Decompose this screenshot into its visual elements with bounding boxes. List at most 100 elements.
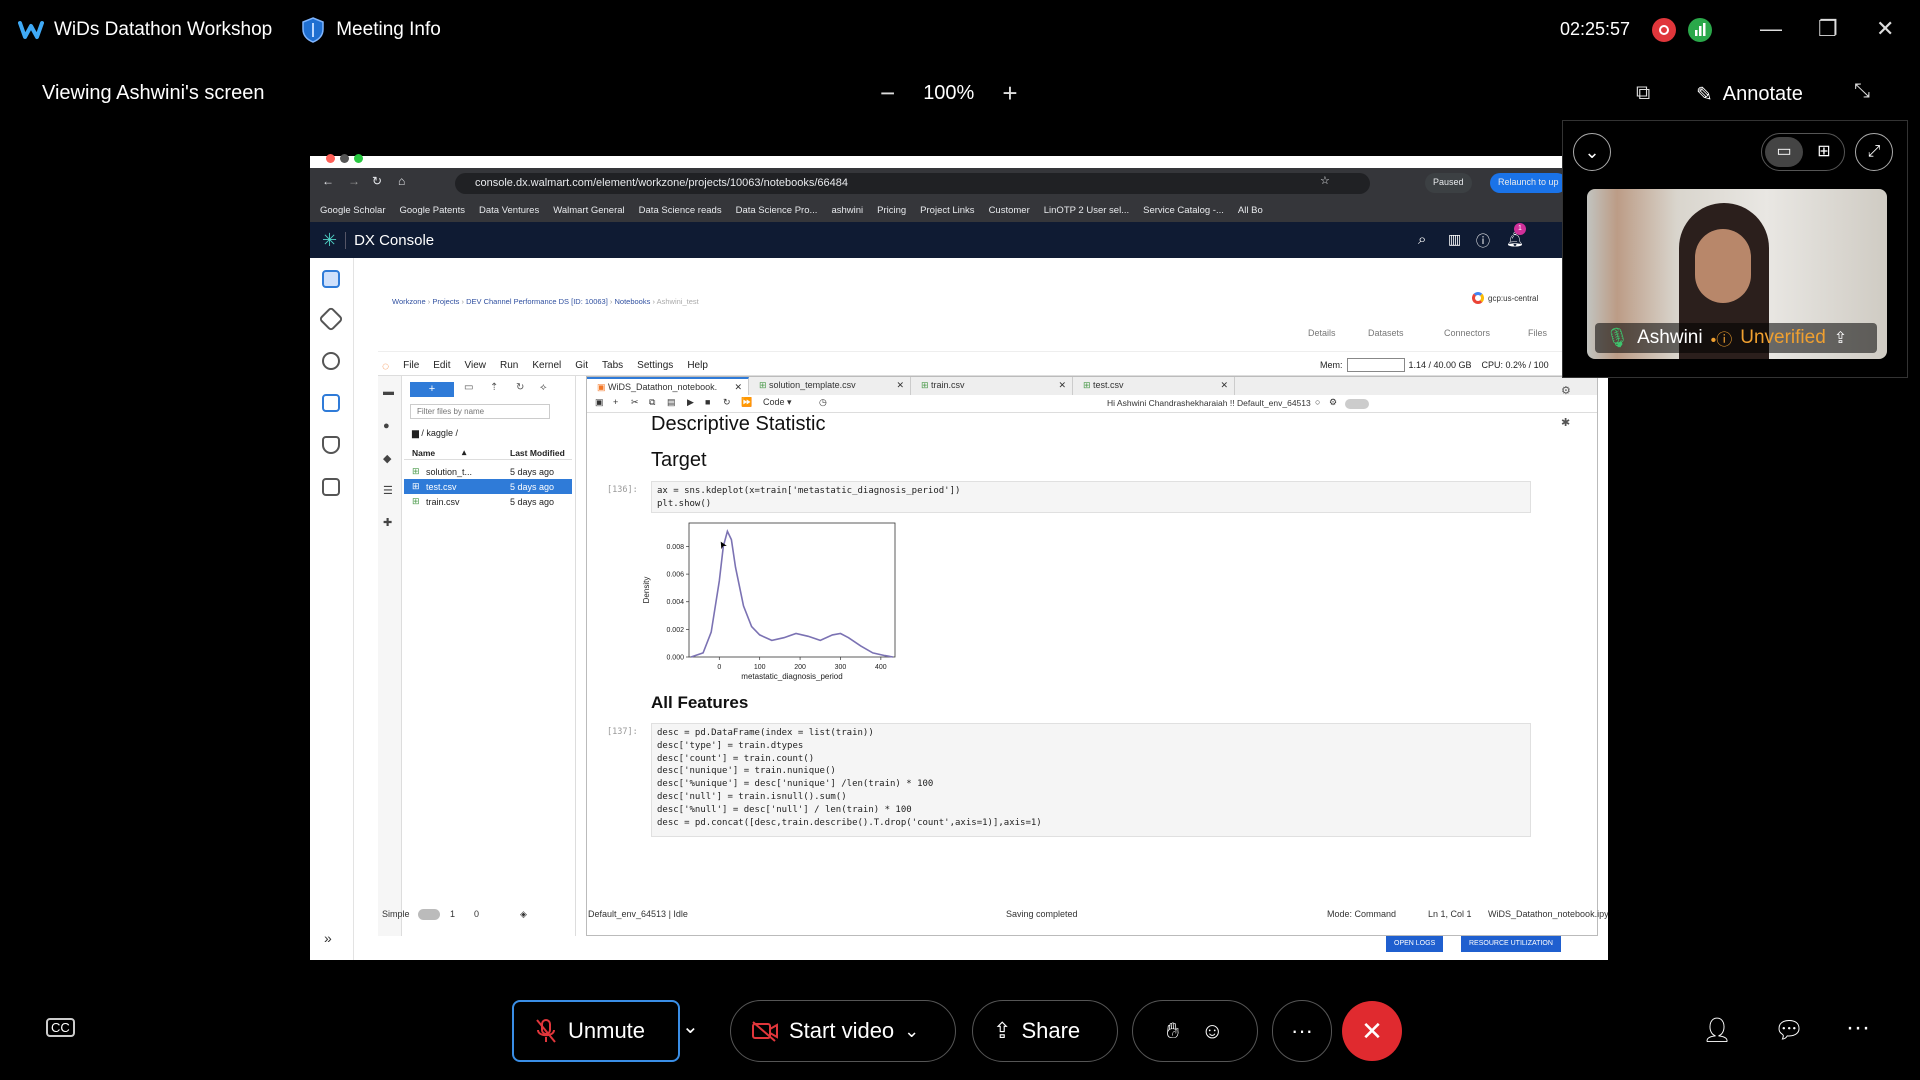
captions-icon[interactable]: CC	[46, 1018, 75, 1037]
back-icon[interactable]: ←	[322, 174, 334, 188]
profile-paused-badge[interactable]: Paused	[1425, 173, 1472, 193]
more-options-button[interactable]: ···	[1272, 1000, 1332, 1062]
bookmark-item[interactable]: LinOTP 2 User sel...	[1044, 205, 1129, 216]
annotate-button[interactable]: ✎ Annotate	[1696, 82, 1803, 107]
reload-icon[interactable]: ↻	[372, 174, 382, 188]
zoom-out-button[interactable]: −	[880, 78, 895, 109]
expand-rail-icon[interactable]: »	[324, 930, 332, 946]
kernel-name[interactable]: Default_env_64513	[1237, 398, 1311, 408]
zoom-in-button[interactable]: +	[1002, 78, 1017, 109]
reactions-icon[interactable]: ☺	[1201, 1018, 1223, 1044]
new-folder-icon[interactable]: ▭	[464, 382, 473, 393]
network-signal-icon[interactable]	[1688, 18, 1712, 42]
menu-item[interactable]: Settings	[637, 360, 673, 371]
breadcrumb-item[interactable]: Workzone	[392, 297, 426, 306]
panel-icon[interactable]: ▥	[1448, 231, 1461, 248]
clock-icon[interactable]: ◷	[819, 397, 827, 408]
folder-icon[interactable]: ▬	[383, 386, 394, 398]
file-row[interactable]: ⊞ train.csv 5 days ago	[404, 494, 572, 509]
minimize-icon[interactable]: —	[1760, 16, 1782, 42]
save-icon[interactable]: ▣	[595, 397, 604, 408]
menu-item[interactable]: Run	[500, 360, 518, 371]
git-status-icon[interactable]: ◈	[520, 909, 527, 920]
refresh-icon[interactable]: ↻	[516, 382, 524, 393]
home-rail-icon[interactable]	[322, 270, 340, 288]
file-row[interactable]: ⊞ test.csv 5 days ago	[404, 479, 572, 494]
raise-hand-icon[interactable]: ✋︎	[1166, 1018, 1179, 1044]
bookmark-item[interactable]: Pricing	[877, 205, 906, 216]
audio-options-chevron-icon[interactable]: ⌄	[682, 1014, 699, 1039]
monitor-icon[interactable]	[322, 478, 340, 496]
subtab-datasets[interactable]: Datasets	[1368, 328, 1404, 338]
info-icon[interactable]: ⓘ	[1476, 231, 1490, 251]
breadcrumb-item[interactable]: Ashwini_test	[657, 297, 699, 306]
menu-item[interactable]: Tabs	[602, 360, 623, 371]
file-row[interactable]: ⊞ solution_t... 5 days ago	[404, 464, 572, 479]
settings-icon[interactable]: ⚙	[1329, 397, 1337, 408]
run-all-icon[interactable]: ⏩	[741, 397, 752, 408]
cube-icon[interactable]	[318, 306, 344, 332]
terminal-icon[interactable]	[322, 394, 340, 412]
meeting-info-button[interactable]: Meeting Info	[302, 17, 441, 43]
bookmark-item[interactable]: Google Patents	[399, 205, 465, 216]
share-icon[interactable]: ⇪	[1834, 328, 1847, 348]
star-icon[interactable]: ☆	[1320, 174, 1330, 187]
search-icon[interactable]: ⌕	[1418, 231, 1426, 248]
breadcrumb-item[interactable]: Notebooks	[615, 297, 651, 306]
menu-item[interactable]: Kernel	[532, 360, 561, 371]
cursor-position[interactable]: Ln 1, Col 1	[1428, 909, 1472, 919]
property-inspector-icon[interactable]: ⚙	[1561, 384, 1571, 397]
run-icon[interactable]: ▶	[687, 397, 694, 408]
subtab-files[interactable]: Files	[1528, 328, 1547, 338]
notebook-tab[interactable]: ⊞ solution_template.csv ✕	[749, 377, 911, 395]
relaunch-button[interactable]: Relaunch to up	[1490, 173, 1567, 193]
copy-icon[interactable]: ⧉	[649, 397, 655, 408]
name-column-header[interactable]: Name	[412, 448, 435, 458]
bookmark-item[interactable]: Data Science Pro...	[736, 205, 818, 216]
fullscreen-icon[interactable]: ⤢	[1855, 133, 1893, 171]
file-filter-input[interactable]	[410, 404, 550, 419]
bookmark-item[interactable]: All Bo	[1238, 205, 1263, 216]
home-icon[interactable]: ⌂	[398, 174, 405, 188]
git-clone-icon[interactable]: ⟡	[540, 382, 547, 393]
cut-icon[interactable]: ✂	[631, 397, 639, 408]
current-path[interactable]: ▆ / kaggle /	[412, 428, 458, 439]
menu-item[interactable]: Git	[575, 360, 588, 371]
video-options-chevron-icon[interactable]: ⌄	[904, 1021, 919, 1042]
git-icon[interactable]: ◆	[383, 452, 391, 465]
chevron-down-icon[interactable]: ⌄	[1573, 133, 1611, 171]
upload-icon[interactable]: ⇡	[490, 382, 498, 393]
kernel-status[interactable]: Default_env_64513 | Idle	[588, 909, 688, 919]
close-tab-icon[interactable]: ✕	[896, 380, 904, 391]
recording-icon[interactable]	[1652, 18, 1676, 42]
open-logs-button[interactable]: OPEN LOGS	[1386, 936, 1444, 952]
cell-type-select[interactable]: Code ▾	[763, 397, 811, 408]
more-panels-icon[interactable]: ···	[1846, 1014, 1870, 1042]
notebook-tab[interactable]: ▣ WiDS_Datathon_notebook. ✕	[587, 377, 749, 395]
debugger-icon[interactable]: ✱	[1561, 416, 1570, 429]
bookmark-item[interactable]: ashwini	[831, 205, 863, 216]
single-view-icon[interactable]: ▭	[1765, 137, 1803, 167]
bookmark-item[interactable]: Walmart General	[553, 205, 624, 216]
bookmark-item[interactable]: Data Science reads	[639, 205, 722, 216]
code-cell[interactable]: ax = sns.kdeplot(x=train['metastatic_dia…	[651, 481, 1531, 513]
menu-item[interactable]: File	[403, 360, 419, 371]
share-button[interactable]: ⇪ Share	[972, 1000, 1118, 1062]
toc-icon[interactable]: ☰	[383, 484, 393, 497]
close-tab-icon[interactable]: ✕	[1220, 380, 1228, 391]
breadcrumb-item[interactable]: Projects	[432, 297, 459, 306]
code-cell[interactable]: desc = pd.DataFrame(index = list(train))…	[651, 723, 1531, 837]
participants-icon[interactable]: 👤︎	[1702, 1016, 1732, 1045]
new-launcher-button[interactable]: +	[410, 382, 454, 397]
model-icon[interactable]	[322, 436, 340, 454]
forward-icon[interactable]: →	[348, 174, 360, 188]
restart-icon[interactable]: ↻	[723, 397, 731, 408]
bookmark-item[interactable]: Project Links	[920, 205, 974, 216]
paste-icon[interactable]: ▤	[667, 397, 676, 408]
globe-icon[interactable]	[322, 352, 340, 370]
modified-column-header[interactable]: Last Modified	[510, 448, 565, 458]
close-tab-icon[interactable]: ✕	[734, 382, 742, 393]
resource-utilization-button[interactable]: RESOURCE UTILIZATION	[1461, 936, 1561, 952]
bookmark-item[interactable]: Google Scholar	[320, 205, 385, 216]
sort-icon[interactable]: ▴	[462, 447, 466, 458]
